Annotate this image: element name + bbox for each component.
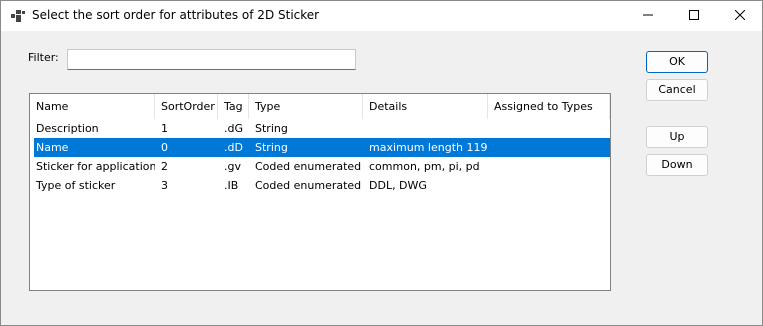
cell-type: Coded enumerated <box>255 160 362 173</box>
column-header-type[interactable]: Type <box>249 94 363 119</box>
cell-sortorder: 1 <box>161 122 168 135</box>
cell-assigned <box>488 157 610 176</box>
column-header-sortorder[interactable]: SortOrder <box>155 94 218 119</box>
title-bar[interactable]: Select the sort order for attributes of … <box>1 1 762 31</box>
cell-assigned <box>488 138 610 157</box>
list-header: Name SortOrder Tag Type Details Assigned… <box>30 94 610 119</box>
cell-name: Sticker for application <box>36 160 155 173</box>
window-title: Select the sort order for attributes of … <box>32 8 320 22</box>
cell-type: String <box>255 141 288 154</box>
cell-tag: .gv <box>224 160 241 173</box>
filter-label: Filter: <box>28 51 59 64</box>
minimize-icon <box>643 9 653 23</box>
close-button[interactable] <box>717 1 763 31</box>
ok-button[interactable]: OK <box>646 51 708 73</box>
cell-type: String <box>255 122 288 135</box>
column-header-name[interactable]: Name <box>30 94 155 119</box>
cell-assigned <box>488 119 610 138</box>
cell-tag: .IB <box>224 179 239 192</box>
attributes-list[interactable]: Name SortOrder Tag Type Details Assigned… <box>29 93 611 291</box>
cell-details: common, pm, pi, pd <box>369 160 480 173</box>
column-header-assigned[interactable]: Assigned to Types <box>488 94 610 119</box>
table-row[interactable]: Description 1 .dG String <box>30 119 610 138</box>
column-header-tag[interactable]: Tag <box>218 94 249 119</box>
dialog-window: Select the sort order for attributes of … <box>0 0 763 326</box>
cell-name: Name <box>36 141 69 154</box>
maximize-icon <box>689 9 699 23</box>
app-icon <box>11 9 25 23</box>
cancel-button[interactable]: Cancel <box>646 79 708 101</box>
cell-name: Type of sticker <box>36 179 116 192</box>
cell-name: Description <box>36 122 99 135</box>
move-down-button[interactable]: Down <box>646 154 708 176</box>
cell-sortorder: 3 <box>161 179 168 192</box>
cell-details <box>363 119 488 138</box>
maximize-button[interactable] <box>671 1 717 31</box>
minimize-button[interactable] <box>625 1 671 31</box>
table-row[interactable]: Sticker for application 2 .gv Coded enumera… <box>30 157 610 176</box>
cell-tag: .dG <box>224 122 244 135</box>
move-up-button[interactable]: Up <box>646 126 708 148</box>
close-icon <box>734 9 746 23</box>
cell-assigned <box>488 176 610 195</box>
column-header-details[interactable]: Details <box>363 94 488 119</box>
cell-sortorder: 0 <box>161 141 168 154</box>
table-row[interactable]: Name 0 .dD String maximum length 119 <box>30 138 610 157</box>
cell-type: Coded enumerated <box>255 179 362 192</box>
cell-details: maximum length 119 <box>369 141 488 154</box>
cell-tag: .dD <box>224 141 243 154</box>
table-row[interactable]: Type of sticker 3 .IB Coded enumerated DDL, … <box>30 176 610 195</box>
cell-details: DDL, DWG <box>369 179 427 192</box>
cell-sortorder: 2 <box>161 160 168 173</box>
filter-input[interactable] <box>67 49 356 70</box>
